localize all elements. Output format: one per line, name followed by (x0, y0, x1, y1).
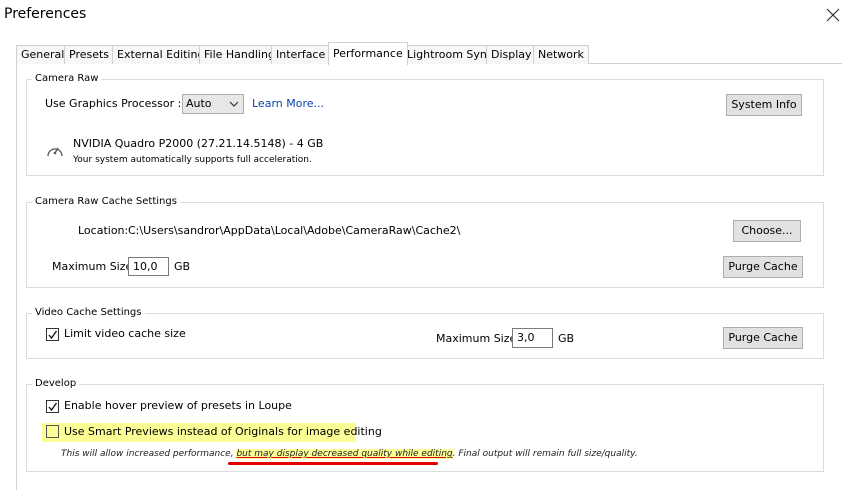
tab-file-handling[interactable]: File Handling (199, 45, 280, 64)
video-max-label: Maximum Size: (436, 332, 520, 345)
cache-unit: GB (174, 260, 191, 273)
tab-display[interactable]: Display (486, 45, 537, 64)
gpu-select[interactable]: Auto (182, 94, 244, 114)
close-icon[interactable] (822, 4, 842, 24)
red-underline-annotation (228, 462, 438, 465)
hover-preview-label: Enable hover preview of presets in Loupe (64, 399, 292, 412)
tab-performance[interactable]: Performance (328, 42, 408, 65)
gpu-label: Use Graphics Processor : (45, 97, 182, 110)
develop-title: Develop (32, 378, 80, 389)
purge-cache-button[interactable]: Purge Cache (723, 256, 803, 278)
smart-previews-label: Use Smart Previews instead of Originals … (64, 425, 382, 438)
tab-presets[interactable]: Presets (64, 45, 115, 64)
smart-previews-checkbox[interactable] (46, 425, 59, 438)
hover-preview-checkbox[interactable] (46, 400, 59, 413)
develop-note: This will allow increased performance, b… (61, 449, 638, 459)
cache-max-label: Maximum Size: (52, 260, 136, 273)
video-max-input[interactable]: 3,0 (512, 328, 553, 348)
gpu-select-value: Auto (186, 97, 212, 110)
speedometer-icon (47, 147, 63, 157)
chevron-down-icon (229, 101, 239, 107)
camera-raw-title: Camera Raw (32, 73, 102, 84)
gpu-status: Your system automatically supports full … (73, 155, 312, 165)
system-info-button[interactable]: System Info (726, 94, 802, 116)
note-part-b-highlighted: but may display decreased quality while … (236, 449, 453, 459)
location-label: Location: (78, 224, 129, 237)
tab-network[interactable]: Network (533, 45, 589, 64)
checkmark-icon (48, 402, 58, 412)
note-part-a: This will allow increased performance, (61, 449, 234, 459)
video-cache-title: Video Cache Settings (32, 307, 145, 318)
video-unit: GB (558, 332, 575, 345)
tab-interface[interactable]: Interface (271, 45, 331, 64)
limit-video-cache-checkbox[interactable] (46, 328, 59, 341)
choose-button[interactable]: Choose... (733, 220, 801, 242)
note-part-c: . Final output will remain full size/qua… (452, 449, 638, 459)
limit-video-cache-label: Limit video cache size (64, 327, 186, 340)
tab-lightroom-sync[interactable]: Lightroom Sync (402, 45, 498, 64)
video-purge-cache-button[interactable]: Purge Cache (723, 327, 803, 349)
camera-raw-cache-title: Camera Raw Cache Settings (32, 196, 180, 207)
checkmark-icon (48, 330, 58, 340)
gpu-name: NVIDIA Quadro P2000 (27.21.14.5148) - 4 … (73, 137, 324, 150)
window-title: Preferences (4, 6, 87, 22)
tab-external-editing[interactable]: External Editing (112, 45, 210, 64)
location-path: C:\Users\sandror\AppData\Local\Adobe\Cam… (128, 224, 461, 237)
tab-general[interactable]: General (16, 45, 70, 64)
cache-max-input[interactable]: 10,0 (128, 257, 169, 276)
learn-more-link[interactable]: Learn More... (252, 97, 324, 110)
